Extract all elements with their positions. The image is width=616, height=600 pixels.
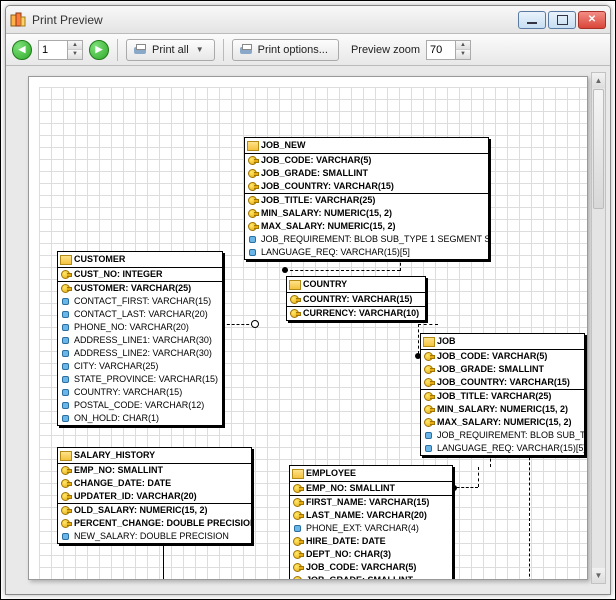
entity-column: EMP_NO: SMALLINT — [58, 464, 251, 477]
app-icon — [10, 12, 26, 28]
entity-column: HIRE_DATE: DATE — [290, 535, 452, 548]
toolbar-separator — [117, 39, 118, 61]
preview-area: JOB_NEWJOB_CODE: VARCHAR(5)JOB_GRADE: SM… — [6, 66, 610, 594]
maximize-button[interactable] — [548, 11, 576, 29]
entity-column: POSTAL_CODE: VARCHAR(12) — [58, 399, 222, 412]
entity-column: JOB_GRADE: SMALLINT — [421, 363, 584, 376]
entity-column: MAX_SALARY: NUMERIC(15, 2) — [245, 220, 488, 233]
page-spin-arrows[interactable]: ▲▼ — [67, 41, 82, 59]
entity-column: JOB_GRADE: SMALLINT — [290, 574, 452, 580]
entity-column: OLD_SALARY: NUMERIC(15, 2) — [58, 503, 251, 517]
entity-column: LAST_NAME: VARCHAR(20) — [290, 509, 452, 522]
chevron-down-icon: ▼ — [196, 45, 204, 54]
entity-title: COUNTRY — [287, 277, 425, 293]
zoom-label: Preview zoom — [351, 44, 420, 56]
entity-column: FIRST_NAME: VARCHAR(15) — [290, 495, 452, 509]
zoom-spin-arrows[interactable]: ▲▼ — [455, 41, 470, 59]
entity-column: CONTACT_LAST: VARCHAR(20) — [58, 308, 222, 321]
entity-customer[interactable]: CUSTOMERCUST_NO: INTEGERCUSTOMER: VARCHA… — [57, 251, 223, 426]
zoom-spinner[interactable]: ▲▼ — [426, 40, 471, 60]
page-number-input[interactable] — [39, 44, 67, 56]
vertical-scrollbar[interactable]: ▲ ▼ — [591, 72, 606, 584]
entity-title: JOB_NEW — [245, 138, 488, 154]
entity-column: ADDRESS_LINE1: VARCHAR(30) — [58, 334, 222, 347]
prev-page-button[interactable] — [12, 40, 32, 60]
entity-column: CUST_NO: INTEGER — [58, 268, 222, 281]
entity-job-new[interactable]: JOB_NEWJOB_CODE: VARCHAR(5)JOB_GRADE: SM… — [244, 137, 489, 260]
next-page-button[interactable] — [89, 40, 109, 60]
entity-column: CUSTOMER: VARCHAR(25) — [58, 281, 222, 295]
entity-column: UPDATER_ID: VARCHAR(20) — [58, 490, 251, 503]
zoom-input[interactable] — [427, 41, 455, 59]
entity-column: CHANGE_DATE: DATE — [58, 477, 251, 490]
entity-title: SALARY_HISTORY — [58, 448, 251, 464]
entity-column: JOB_TITLE: VARCHAR(25) — [421, 389, 584, 403]
entity-column: LANGUAGE_REQ: VARCHAR(15)[5] — [421, 442, 584, 455]
close-button[interactable] — [578, 11, 606, 29]
toolbar-separator — [223, 39, 224, 61]
entity-column: JOB_REQUIREMENT: BLOB SUB_TYPE 1 SEGMENT… — [421, 429, 584, 442]
entity-column: PERCENT_CHANGE: DOUBLE PRECISION — [58, 517, 251, 530]
printer-icon — [133, 44, 147, 56]
entity-column: JOB_COUNTRY: VARCHAR(15) — [245, 180, 488, 193]
entity-column: DEPT_NO: CHAR(3) — [290, 548, 452, 561]
entity-column: MIN_SALARY: NUMERIC(15, 2) — [245, 207, 488, 220]
entity-column: JOB_COUNTRY: VARCHAR(15) — [421, 376, 584, 389]
connector — [418, 324, 419, 354]
entity-column: CITY: VARCHAR(25) — [58, 360, 222, 373]
entity-country[interactable]: COUNTRYCOUNTRY: VARCHAR(15)CURRENCY: VAR… — [286, 276, 426, 321]
entity-column: COUNTRY: VARCHAR(15) — [287, 293, 425, 306]
connector — [529, 437, 530, 580]
connector — [478, 467, 479, 487]
titlebar[interactable]: Print Preview — [6, 6, 610, 34]
entity-title: EMPLOYEE — [290, 466, 452, 482]
print-options-button[interactable]: Print options... — [232, 39, 339, 61]
entity-column: JOB_GRADE: SMALLINT — [245, 167, 488, 180]
entity-column: PHONE_NO: VARCHAR(20) — [58, 321, 222, 334]
print-all-label: Print all — [152, 44, 189, 56]
entity-column: JOB_CODE: VARCHAR(5) — [290, 561, 452, 574]
entity-column: COUNTRY: VARCHAR(15) — [58, 386, 222, 399]
relationship-endpoint — [251, 320, 259, 328]
entity-title: JOB — [421, 334, 584, 350]
entity-job[interactable]: JOBJOB_CODE: VARCHAR(5)JOB_GRADE: SMALLI… — [420, 333, 585, 456]
entity-title: CUSTOMER — [58, 252, 222, 268]
entity-column: NEW_SALARY: DOUBLE PRECISION — [58, 530, 251, 543]
entity-column: CONTACT_FIRST: VARCHAR(15) — [58, 295, 222, 308]
entity-column: MIN_SALARY: NUMERIC(15, 2) — [421, 403, 584, 416]
entity-column: PHONE_EXT: VARCHAR(4) — [290, 522, 452, 535]
printer-icon — [239, 44, 253, 56]
entity-column: JOB_TITLE: VARCHAR(25) — [245, 193, 488, 207]
connector — [222, 324, 254, 325]
entity-column: MAX_SALARY: NUMERIC(15, 2) — [421, 416, 584, 429]
scroll-up-button[interactable]: ▲ — [592, 73, 605, 88]
print-options-label: Print options... — [258, 44, 328, 56]
print-all-button[interactable]: Print all ▼ — [126, 39, 215, 61]
entity-column: JOB_CODE: VARCHAR(5) — [421, 350, 584, 363]
entity-salary-history[interactable]: SALARY_HISTORYEMP_NO: SMALLINTCHANGE_DAT… — [57, 447, 252, 544]
window-title: Print Preview — [32, 13, 518, 27]
entity-column: JOB_REQUIREMENT: BLOB SUB_TYPE 1 SEGMENT… — [245, 233, 488, 246]
relationship-endpoint — [282, 267, 288, 273]
entity-column: STATE_PROVINCE: VARCHAR(15) — [58, 373, 222, 386]
scroll-down-button[interactable]: ▼ — [592, 568, 605, 583]
connector — [418, 324, 438, 325]
entity-column: CURRENCY: VARCHAR(10) — [287, 306, 425, 320]
entity-column: EMP_NO: SMALLINT — [290, 482, 452, 495]
er-diagram: JOB_NEWJOB_CODE: VARCHAR(5)JOB_GRADE: SM… — [39, 87, 587, 579]
entity-column: ON_HOLD: CHAR(1) — [58, 412, 222, 425]
entity-column: ADDRESS_LINE2: VARCHAR(30) — [58, 347, 222, 360]
entity-column: JOB_CODE: VARCHAR(5) — [245, 154, 488, 167]
toolbar: ▲▼ Print all ▼ Print options... Preview … — [6, 34, 610, 66]
preview-page[interactable]: JOB_NEWJOB_CODE: VARCHAR(5)JOB_GRADE: SM… — [28, 76, 588, 580]
connector — [285, 270, 400, 271]
page-number-spinner[interactable]: ▲▼ — [38, 40, 83, 60]
minimize-button[interactable] — [518, 11, 546, 29]
entity-column: LANGUAGE_REQ: VARCHAR(15)[5] — [245, 246, 488, 259]
scroll-thumb[interactable] — [593, 89, 604, 209]
entity-employee[interactable]: EMPLOYEEEMP_NO: SMALLINTFIRST_NAME: VARC… — [289, 465, 453, 580]
print-preview-window: Print Preview ▲▼ Print all ▼ Print optio… — [5, 5, 611, 595]
